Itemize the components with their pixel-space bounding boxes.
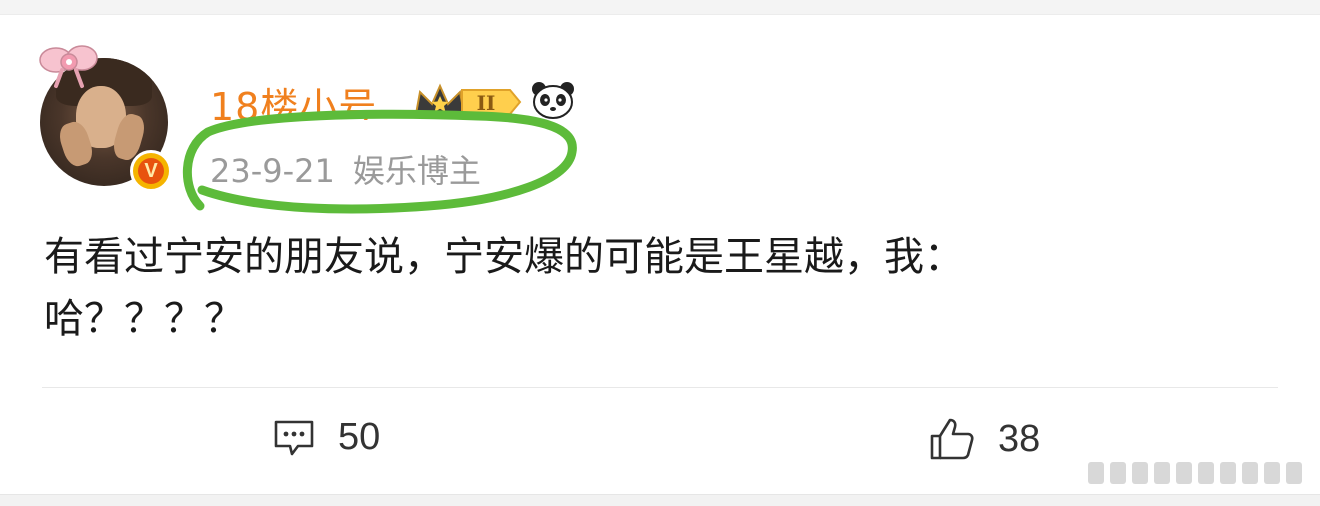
post-body: 有看过宁安的朋友说，宁安爆的可能是王星越，我： 哈？？？？ [44,226,1274,350]
weibo-watermark-icon [1088,462,1302,484]
comment-button[interactable]: 50 [272,416,380,459]
bow-sticker-icon [39,45,98,88]
verified-badge-icon: V [130,150,172,192]
like-button[interactable]: 38 [928,416,1040,462]
comment-count: 50 [338,416,381,458]
author-tag: 娱乐博主 [352,152,481,190]
top-separator [0,0,1320,15]
comment-icon [274,420,314,455]
post-text-line: 哈？？？？ [44,296,244,342]
divider [42,387,1278,388]
post-date: 23-9-21 [210,152,335,190]
post-text-line: 有看过宁安的朋友说，宁安爆的可能是王星越，我： [44,234,964,280]
post-meta: 23-9-21 娱乐博主 [210,146,499,192]
like-count: 38 [998,417,1041,460]
bottom-separator [0,494,1320,506]
thumbs-up-icon [930,418,974,460]
avatar[interactable]: V [39,45,172,192]
